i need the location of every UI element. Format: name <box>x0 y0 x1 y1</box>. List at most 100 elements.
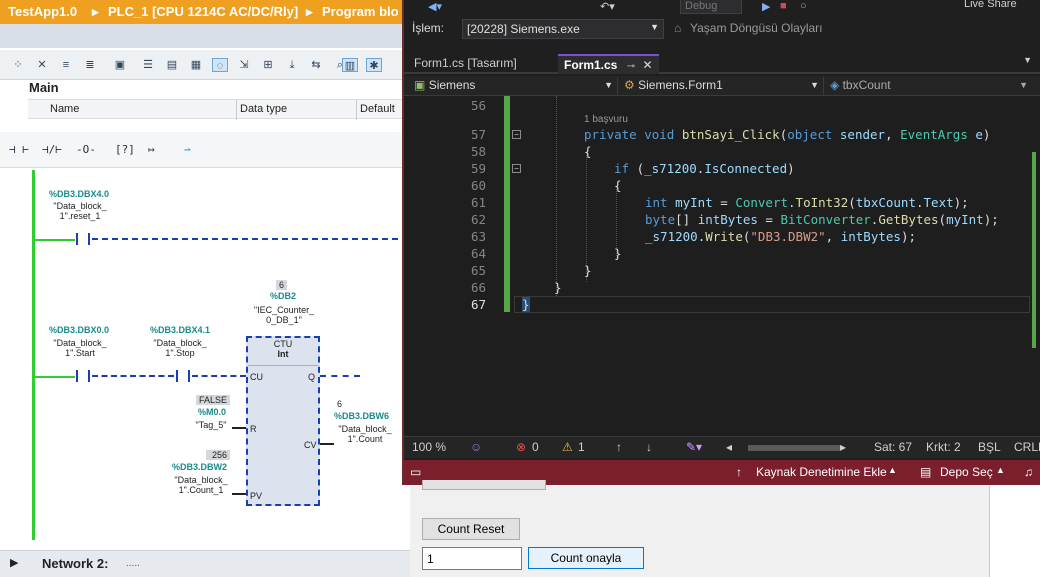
code-line-66: } <box>554 280 562 295</box>
rung-wire <box>92 238 408 240</box>
error-count[interactable]: 0 <box>532 440 539 454</box>
count-confirm-button[interactable]: Count onayla <box>528 547 644 569</box>
goto-icon[interactable]: ⇲ <box>236 58 252 72</box>
column-indicator[interactable]: Krkt: 2 <box>926 440 961 454</box>
empty-box-icon[interactable]: [?] <box>115 142 135 158</box>
download-icon[interactable]: ⤓ <box>284 58 300 72</box>
network-2-header[interactable]: ▶ Network 2: ..... <box>0 550 410 577</box>
repo-icon: ▤ <box>920 465 932 479</box>
member-dropdown[interactable]: ◈ tbxCount ▼ <box>826 77 1032 95</box>
add-to-source-control[interactable]: Kaynak Denetimine Ekle <box>756 465 887 479</box>
add-row-icon[interactable]: ≣ <box>82 58 98 72</box>
no-contact-icon[interactable]: ⊣ ⊢ <box>9 142 29 158</box>
nc-contact-icon[interactable]: ⊣/⊢ <box>42 142 62 158</box>
coil-icon[interactable]: -O- <box>76 142 96 158</box>
zoom-level[interactable]: 100 % <box>412 440 446 454</box>
copilot-icon[interactable]: ☺ <box>470 440 482 454</box>
breadcrumb-project[interactable]: TestApp1.0 <box>8 4 77 19</box>
error-icon[interactable]: ⊗ <box>516 440 526 454</box>
block-title: Main <box>29 80 59 95</box>
insert-row-icon[interactable]: ≡ <box>58 58 74 72</box>
close-icon[interactable]: ✕ <box>642 58 652 72</box>
class-icon: ⚙ <box>624 78 635 92</box>
tab-form1-designer[interactable]: Form1.cs [Tasarım] <box>408 54 523 74</box>
collapse-icon[interactable]: − <box>512 130 521 139</box>
ctu-datatype[interactable]: Int <box>248 349 318 359</box>
monitor-icon[interactable]: ⊞ <box>260 58 276 72</box>
comment-icon[interactable]: ◌ <box>212 58 228 72</box>
rung-wire <box>35 376 75 378</box>
code-line-62: byte[] intBytes = BitConverter.GetBytes(… <box>645 212 999 227</box>
undo-icon[interactable]: ↶▾ <box>600 0 615 13</box>
hidden-button-partial[interactable] <box>422 480 546 490</box>
warning-count[interactable]: 1 <box>578 440 585 454</box>
whitespace-indicator[interactable]: BŞL <box>978 440 1001 454</box>
monitoring-on-icon[interactable]: ✱ <box>366 58 382 72</box>
class-dropdown[interactable]: ⚙ Siemens.Form1 ▼ <box>620 77 824 95</box>
nav-up-icon[interactable]: ↑ <box>616 440 622 454</box>
code-editor[interactable]: 56 57 58 59 60 61 62 63 64 65 66 67 − − … <box>404 96 1040 436</box>
project-dropdown[interactable]: ▣ Siemens ▼ <box>410 77 618 95</box>
siemens-form-window: Count Reset Count onayla <box>410 480 990 577</box>
network-2-comment[interactable]: ..... <box>126 558 140 569</box>
compare-icon[interactable]: ⇆ <box>308 58 324 72</box>
delete-network-icon[interactable]: ✕ <box>34 58 50 72</box>
breadcrumb-program-blocks[interactable]: Program blo <box>322 4 399 19</box>
grid-icon[interactable]: ▦ <box>188 58 204 72</box>
close-branch-icon[interactable]: ⇀ <box>184 142 191 158</box>
process-value: [20228] Siemens.exe <box>467 22 580 36</box>
expand-network-icon[interactable]: ▶ <box>10 556 18 569</box>
scrollbar-change-marker <box>1032 152 1036 348</box>
col-default[interactable]: Default <box>360 103 395 115</box>
contact-left[interactable] <box>76 233 78 245</box>
cv-value: 6 <box>337 399 343 409</box>
notification-icon[interactable]: ▭ <box>410 465 421 479</box>
codelens-references[interactable]: 1 başvuru <box>584 114 628 125</box>
line-ending-indicator[interactable]: CRLF <box>1014 440 1040 454</box>
continue-icon[interactable]: ▶ <box>762 0 770 13</box>
configuration-dropdown[interactable]: Debug <box>680 0 742 14</box>
tia-subheader <box>0 24 410 48</box>
start-contact[interactable] <box>88 370 90 382</box>
tab-overflow-icon[interactable]: ▼ <box>1023 55 1032 65</box>
line-number: 59 <box>470 161 486 176</box>
restart-icon[interactable]: ○ <box>800 0 807 12</box>
contact-right[interactable] <box>88 233 90 245</box>
list-icon[interactable]: ☰ <box>140 58 156 72</box>
table-icon[interactable]: ▤ <box>164 58 180 72</box>
rung-wire <box>35 239 75 241</box>
col-datatype[interactable]: Data type <box>240 103 287 115</box>
live-share-label[interactable]: Live Share <box>964 0 1017 10</box>
collapse-icon[interactable]: − <box>512 164 521 173</box>
nav-down-icon[interactable]: ↓ <box>646 440 652 454</box>
ctu-counter-block[interactable]: CTU Int CU Q R CV PV <box>246 336 320 506</box>
breadcrumb-plc[interactable]: PLC_1 [CPU 1214C AC/DC/Rly] <box>108 4 298 19</box>
insert-network-icon[interactable]: ⁘ <box>10 58 26 72</box>
absolute-address-icon[interactable]: ▥ <box>342 58 358 72</box>
scroll-left-icon[interactable]: ◂ <box>726 440 732 454</box>
stop-contact[interactable] <box>176 370 178 382</box>
code-cleanup-icon[interactable]: ✎▾ <box>686 440 702 454</box>
back-icon[interactable]: ◀▾ <box>428 0 442 13</box>
start-contact[interactable] <box>76 370 78 382</box>
field-icon: ◈ <box>830 78 840 92</box>
horizontal-scrollbar[interactable] <box>748 445 840 451</box>
process-dropdown[interactable]: [20228] Siemens.exe ▼ <box>462 19 664 39</box>
open-branch-icon[interactable]: ↦ <box>148 142 155 158</box>
count-textbox[interactable] <box>422 547 522 570</box>
count-reset-button[interactable]: Count Reset <box>422 518 520 540</box>
lifecycle-events-dropdown[interactable]: Yaşam Döngüsü Olayları <box>690 21 823 35</box>
stop-contact[interactable] <box>188 370 190 382</box>
interface-table-header: Name Data type Default <box>28 99 410 120</box>
select-repository[interactable]: Depo Seç <box>940 465 993 479</box>
line-indicator[interactable]: Sat: 67 <box>874 440 912 454</box>
pin-icon[interactable]: ⊸ <box>627 61 635 72</box>
block-icon[interactable]: ▣ <box>112 58 128 72</box>
notification-bell-icon[interactable]: ♫ <box>1024 465 1033 479</box>
line-number: 64 <box>470 246 486 261</box>
stop-icon[interactable]: ■ <box>780 0 787 12</box>
warning-icon[interactable]: ⚠ <box>562 440 573 454</box>
tab-form1-code[interactable]: Form1.cs ⊸ ✕ <box>558 54 659 74</box>
scroll-right-icon[interactable]: ▸ <box>840 440 846 454</box>
col-name[interactable]: Name <box>50 103 79 115</box>
